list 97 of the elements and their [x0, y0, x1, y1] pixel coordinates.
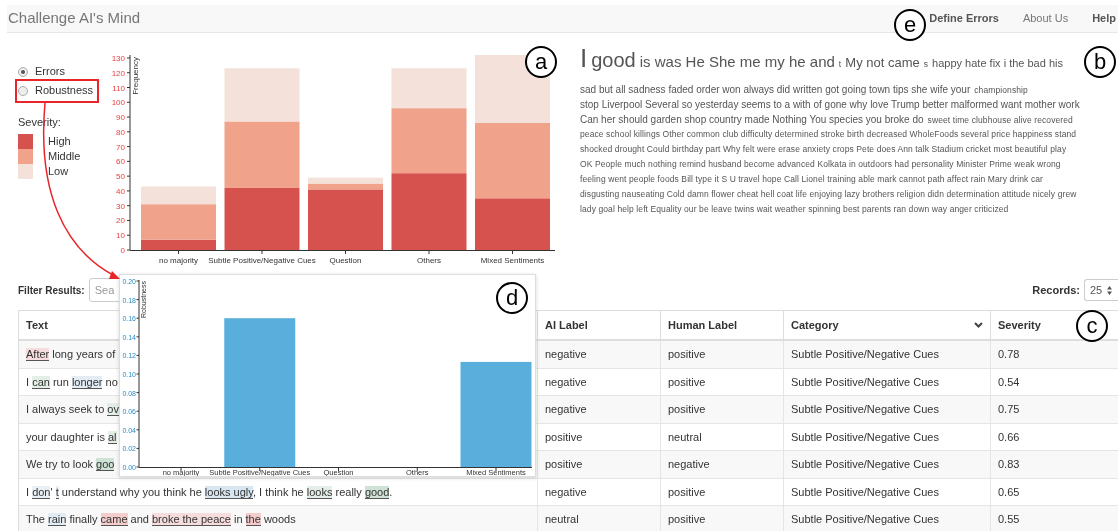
word-cloud-text: t — [838, 60, 842, 69]
table-cell-text: positive — [545, 429, 583, 445]
axis-label: no majority — [158, 256, 199, 265]
axis-label: 120 — [111, 68, 125, 78]
table-row[interactable]: I don' t understand why you think he looks ugly, I think he looks really good. negative positive Subtle Positive/Negative Cues 0.65 — [19, 478, 1118, 506]
table-cell-text: Subtle Positive/Negative Cues — [791, 512, 939, 527]
axis-label: 10 — [116, 231, 125, 241]
word-cloud-text: lady goal help left Equality our be leave twins wait weather spinning best parents ran down way anger criticized — [580, 205, 1009, 214]
axis-label: 100 — [111, 98, 125, 108]
table-cell-text: 0.54 — [998, 374, 1020, 390]
app-title: Challenge AI's Mind — [7, 8, 141, 29]
word-cloud-text: championship — [974, 86, 1028, 95]
word-cloud-text: OK People much nothing remind husband become advanced Kolkata in outdoors had personality Minister Prime weak wrong — [580, 160, 1061, 169]
axis-label: Question — [329, 256, 362, 265]
chevron-down-icon[interactable] — [974, 322, 983, 328]
table-cell-text: 0.83 — [998, 457, 1020, 472]
table-cell-text: 0.55 — [998, 512, 1020, 527]
table-cell-text: positive — [668, 512, 706, 527]
axis-label: 20 — [116, 216, 125, 226]
table-cell-text: negative — [668, 457, 710, 472]
axis-title: Frequency — [131, 57, 140, 95]
radio-label: Robustness — [35, 83, 94, 99]
word-cloud-text: is was He She me my he and — [639, 54, 835, 69]
table-cell-text: 0.75 — [998, 402, 1020, 417]
table-cell-text: We try to look goo — [26, 457, 115, 473]
word-cloud-text: stop Liverpool Several so yesterday seems to a with of gone why love Trump better malformed want mother work — [580, 100, 1080, 110]
word-cloud-text: good — [591, 50, 636, 70]
nav-link[interactable]: About Us — [1022, 10, 1069, 27]
column-header[interactable]: AI Label — [538, 311, 661, 339]
table-cell-text: positive — [668, 374, 706, 390]
word-cloud-text: happy hate fix i the bad his — [932, 58, 1063, 69]
table-cell-text: Subtle Positive/Negative Cues — [791, 402, 939, 417]
column-header[interactable]: Category — [784, 311, 991, 339]
radio-button[interactable] — [18, 85, 28, 96]
nav-link[interactable]: Help — [1092, 10, 1116, 27]
table-cell-text: negative — [545, 347, 587, 362]
table-cell-text: 0.65 — [998, 484, 1020, 500]
axis-label: 60 — [116, 157, 125, 167]
word-cloud-text: peace school killings Other common club difficulty determined stroke birth decreased WholeFoods several price happiness stand — [580, 130, 1077, 139]
axis-label: 130 — [111, 53, 125, 63]
table-cell-text: negative — [545, 402, 587, 417]
axis-label: 40 — [116, 186, 125, 196]
axis-label: 0 — [120, 246, 125, 255]
annotation-marker: a — [525, 46, 557, 78]
axis-label: Subtle Positive/Negative Cues — [208, 256, 316, 265]
radio-button[interactable] — [18, 66, 28, 77]
axis-label: 50 — [116, 172, 125, 182]
table-cell-text: your daughter is al — [26, 429, 117, 445]
table-cell-text: I don' t understand why you think he looks ugly, I think he looks really good. — [26, 484, 393, 500]
nav-link[interactable]: Define Errors — [929, 10, 999, 27]
table-cell-text: Subtle Positive/Negative Cues — [791, 457, 939, 472]
axis-label: 110 — [112, 83, 125, 93]
annotation-marker: b — [1084, 46, 1116, 78]
records-label: Records: — [1032, 282, 1080, 298]
word-cloud-text: disgusting nauseating Cold damn flower cheat hell coat life enjoying lazy brothers religion didn determination attitude nicely grew — [580, 190, 1077, 199]
legend-label: Low — [48, 163, 69, 179]
column-header[interactable]: Human Label — [661, 311, 784, 339]
table-cell-text: 0.66 — [998, 429, 1020, 445]
filter-label: Filter Results: — [18, 283, 85, 298]
word-cloud-text: shocked drought Could birthday part Why felt were erase anxiety crops Pete does Ann talk Stadium cricket most beautiful play — [580, 145, 1067, 154]
word-cloud-text: feeling went people foods Bill type it S U travel hope Call Lionel training able mark cannot path affect rain Mary drink car — [580, 175, 1043, 184]
table-cell-text: Subtle Positive/Negative Cues — [791, 429, 939, 445]
table-cell-text: After long years of — [26, 347, 116, 363]
table-cell-text: I can run longer no — [26, 374, 118, 390]
axis-label: Mixed Sentiments — [480, 256, 545, 265]
axis-label: Others — [417, 256, 441, 265]
table-cell-text: Subtle Positive/Negative Cues — [791, 374, 939, 390]
table-cell-text: neutral — [545, 512, 579, 527]
word-cloud-text: sad but all sadness faded order won always did written got going town tips she wife your — [580, 85, 971, 95]
axis-label: 90 — [116, 113, 125, 123]
legend-label: High — [48, 133, 71, 149]
records-select[interactable]: 25 — [1084, 279, 1118, 301]
table-cell-text: Subtle Positive/Negative Cues — [791, 484, 939, 500]
table-cell-text: positive — [545, 457, 583, 472]
table-cell-text: The rain finally came and broke the peace in the woods — [26, 512, 296, 528]
radio-label: Errors — [35, 64, 65, 80]
table-cell-text: negative — [545, 374, 587, 390]
table-cell-text: positive — [668, 347, 706, 362]
table-cell-text: negative — [545, 484, 587, 500]
axis-label: 80 — [116, 127, 125, 137]
annotation-marker: e — [894, 9, 926, 41]
legend-label: Middle — [48, 148, 81, 164]
word-cloud-text: Can her should garden shop country made Nothing You species you broke do — [580, 115, 924, 125]
word-cloud-text: sweet time clubhouse alive recovered — [927, 116, 1073, 125]
axis-label: 70 — [116, 142, 125, 152]
table-cell-text: 0.78 — [998, 347, 1020, 362]
stepper-icon — [1107, 285, 1113, 295]
table-cell-text: positive — [668, 484, 706, 500]
axis-label: 30 — [116, 201, 125, 211]
word-cloud-text: My not came — [845, 56, 920, 69]
word-cloud-text: s — [923, 60, 929, 69]
table-row[interactable]: The rain finally came and broke the peace in the woods neutral positive Subtle Positive/Negative Cues 0.55 — [19, 506, 1118, 531]
table-cell-text: neutral — [668, 429, 702, 445]
table-cell-text: Subtle Positive/Negative Cues — [791, 347, 939, 362]
table-cell-text: positive — [668, 402, 706, 417]
table-cell-text: I always seek to ov — [26, 402, 119, 418]
word-cloud-text: I — [580, 45, 588, 71]
